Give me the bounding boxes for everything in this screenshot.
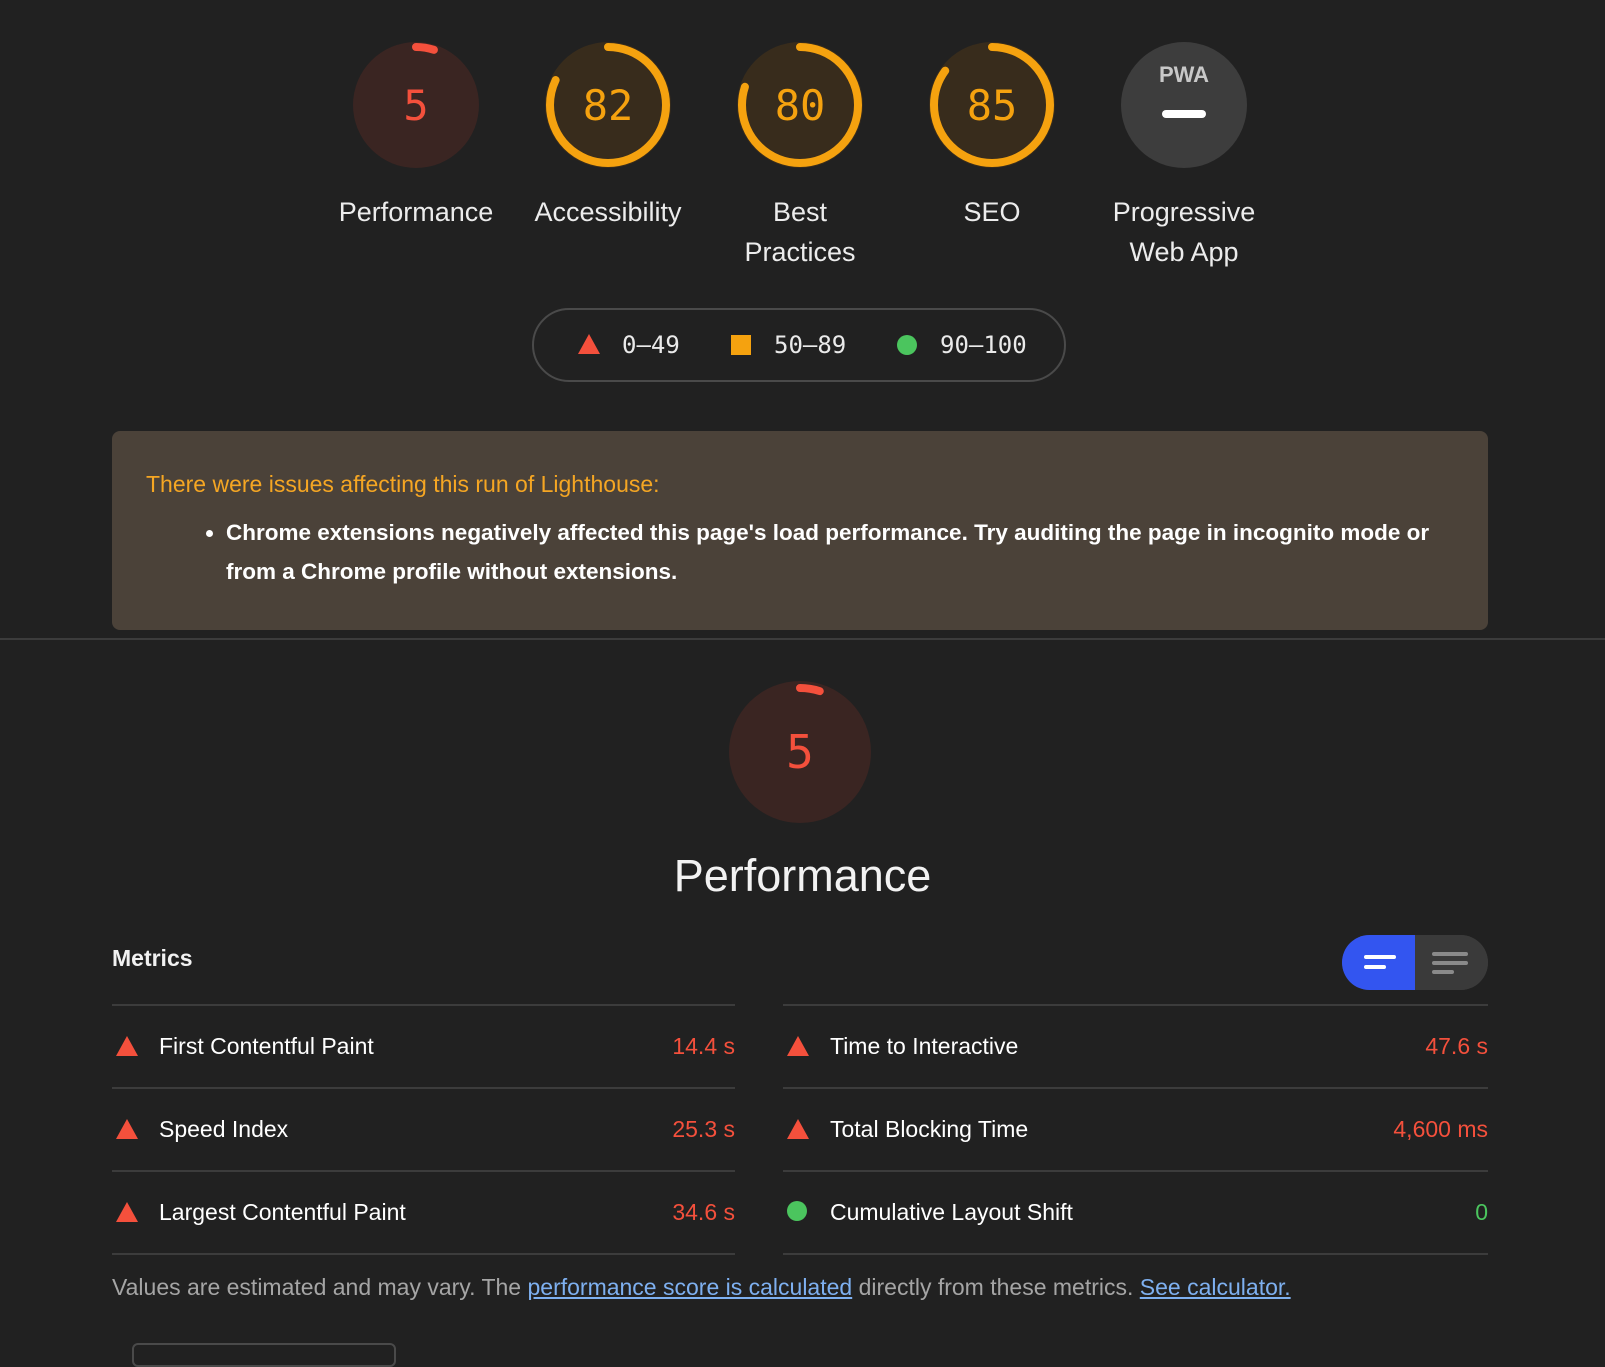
square-icon — [731, 335, 751, 355]
treemap-button[interactable] — [132, 1343, 396, 1367]
metric-name: First Contentful Paint — [159, 1033, 374, 1059]
gauge-seo[interactable]: 85 SEO — [907, 40, 1077, 232]
score-legend: 0–49 50–89 90–100 — [532, 308, 1066, 382]
expanded-view-button[interactable] — [1415, 935, 1488, 990]
metric-value: 0 — [1475, 1199, 1488, 1225]
gauge-seo-ring: 85 — [929, 42, 1055, 168]
gauge-performance-ring: 5 — [353, 42, 479, 168]
pwa-icon: PWA — [1121, 42, 1247, 168]
category-gauges: 5 Performance 82 Accessibility 80 Best P… — [0, 0, 1605, 290]
metric-time-to-interactive: Time to Interactive 47.6 s — [783, 1006, 1488, 1089]
summary-view-button[interactable] — [1342, 935, 1415, 990]
fail-triangle-icon — [787, 1036, 809, 1056]
performance-gauge-score: 5 — [786, 725, 814, 779]
metric-name: Time to Interactive — [830, 1033, 1019, 1059]
legend-range-average: 50–89 — [774, 331, 847, 359]
see-calculator-link[interactable]: See calculator. — [1140, 1274, 1291, 1300]
gauge-pwa-label: Progressive Web App — [1112, 197, 1256, 267]
gauge-seo-label: SEO — [963, 197, 1021, 227]
summary-view-icon — [1364, 955, 1396, 959]
metric-value: 14.4 s — [672, 1033, 735, 1059]
metrics-left-column: First Contentful Paint 14.4 s Speed Inde… — [112, 1004, 735, 1255]
metrics-view-toggle[interactable] — [1342, 935, 1488, 990]
metric-name: Total Blocking Time — [830, 1116, 1029, 1142]
metric-value: 4,600 ms — [1393, 1116, 1488, 1142]
legend-range-fail: 0–49 — [622, 331, 680, 359]
pwa-dash-icon — [1162, 110, 1206, 118]
gauge-pwa[interactable]: PWA Progressive Web App — [1099, 40, 1269, 272]
list-view-icon-bar — [1432, 970, 1454, 974]
legend-range-pass: 90–100 — [940, 331, 1027, 359]
list-view-icon — [1432, 952, 1468, 956]
triangle-icon — [578, 334, 600, 354]
footnote-prefix: Values are estimated and may vary. The — [112, 1274, 528, 1300]
gauge-best-practices-label: Best Practices — [744, 197, 856, 267]
gauge-performance-score: 5 — [403, 81, 428, 130]
pass-circle-icon — [787, 1201, 807, 1221]
metric-largest-contentful-paint: Largest Contentful Paint 34.6 s — [112, 1172, 735, 1255]
list-view-icon-bar — [1432, 961, 1468, 965]
metric-name: Cumulative Layout Shift — [830, 1199, 1073, 1225]
warning-list: Chrome extensions negatively affected th… — [146, 513, 1454, 591]
score-calculation-link[interactable]: performance score is calculated — [527, 1274, 852, 1300]
gauge-best-practices[interactable]: 80 Best Practices — [715, 40, 885, 272]
footnote-middle: directly from these metrics. — [852, 1274, 1140, 1300]
fail-triangle-icon — [116, 1119, 138, 1139]
fail-triangle-icon — [116, 1202, 138, 1222]
gauge-performance-label: Performance — [338, 197, 494, 227]
fail-triangle-icon — [116, 1036, 138, 1056]
gauge-performance[interactable]: 5 Performance — [331, 40, 501, 232]
section-divider — [0, 638, 1605, 640]
circle-icon — [897, 335, 917, 355]
fail-triangle-icon — [787, 1119, 809, 1139]
metric-cumulative-layout-shift: Cumulative Layout Shift 0 — [783, 1172, 1488, 1255]
gauge-accessibility[interactable]: 82 Accessibility — [523, 40, 693, 232]
performance-gauge[interactable]: 5 — [728, 680, 872, 824]
metrics-title: Metrics — [112, 945, 193, 971]
metrics-right-column: Time to Interactive 47.6 s Total Blockin… — [783, 1004, 1488, 1255]
gauge-accessibility-score: 82 — [583, 81, 634, 130]
gauge-best-practices-ring: 80 — [737, 42, 863, 168]
metric-name: Largest Contentful Paint — [159, 1199, 406, 1225]
metric-name: Speed Index — [159, 1116, 289, 1142]
metric-total-blocking-time: Total Blocking Time 4,600 ms — [783, 1089, 1488, 1172]
performance-title: Performance — [673, 850, 932, 901]
gauge-accessibility-ring: 82 — [545, 42, 671, 168]
gauge-seo-score: 85 — [967, 81, 1018, 130]
metrics-footnote: Values are estimated and may vary. The p… — [112, 1274, 1291, 1301]
metric-speed-index: Speed Index 25.3 s — [112, 1089, 735, 1172]
warning-title: There were issues affecting this run of … — [146, 471, 660, 497]
metric-value: 34.6 s — [672, 1199, 735, 1225]
metric-first-contentful-paint: First Contentful Paint 14.4 s — [112, 1006, 735, 1089]
pwa-badge-text: PWA — [1159, 62, 1209, 87]
metric-value: 25.3 s — [672, 1116, 735, 1142]
summary-view-icon-bar — [1364, 965, 1386, 969]
warning-item: Chrome extensions negatively affected th… — [226, 513, 1454, 591]
gauge-best-practices-score: 80 — [775, 81, 826, 130]
metric-value: 47.6 s — [1425, 1033, 1488, 1059]
gauge-accessibility-label: Accessibility — [534, 197, 682, 227]
run-warnings: There were issues affecting this run of … — [112, 431, 1488, 630]
